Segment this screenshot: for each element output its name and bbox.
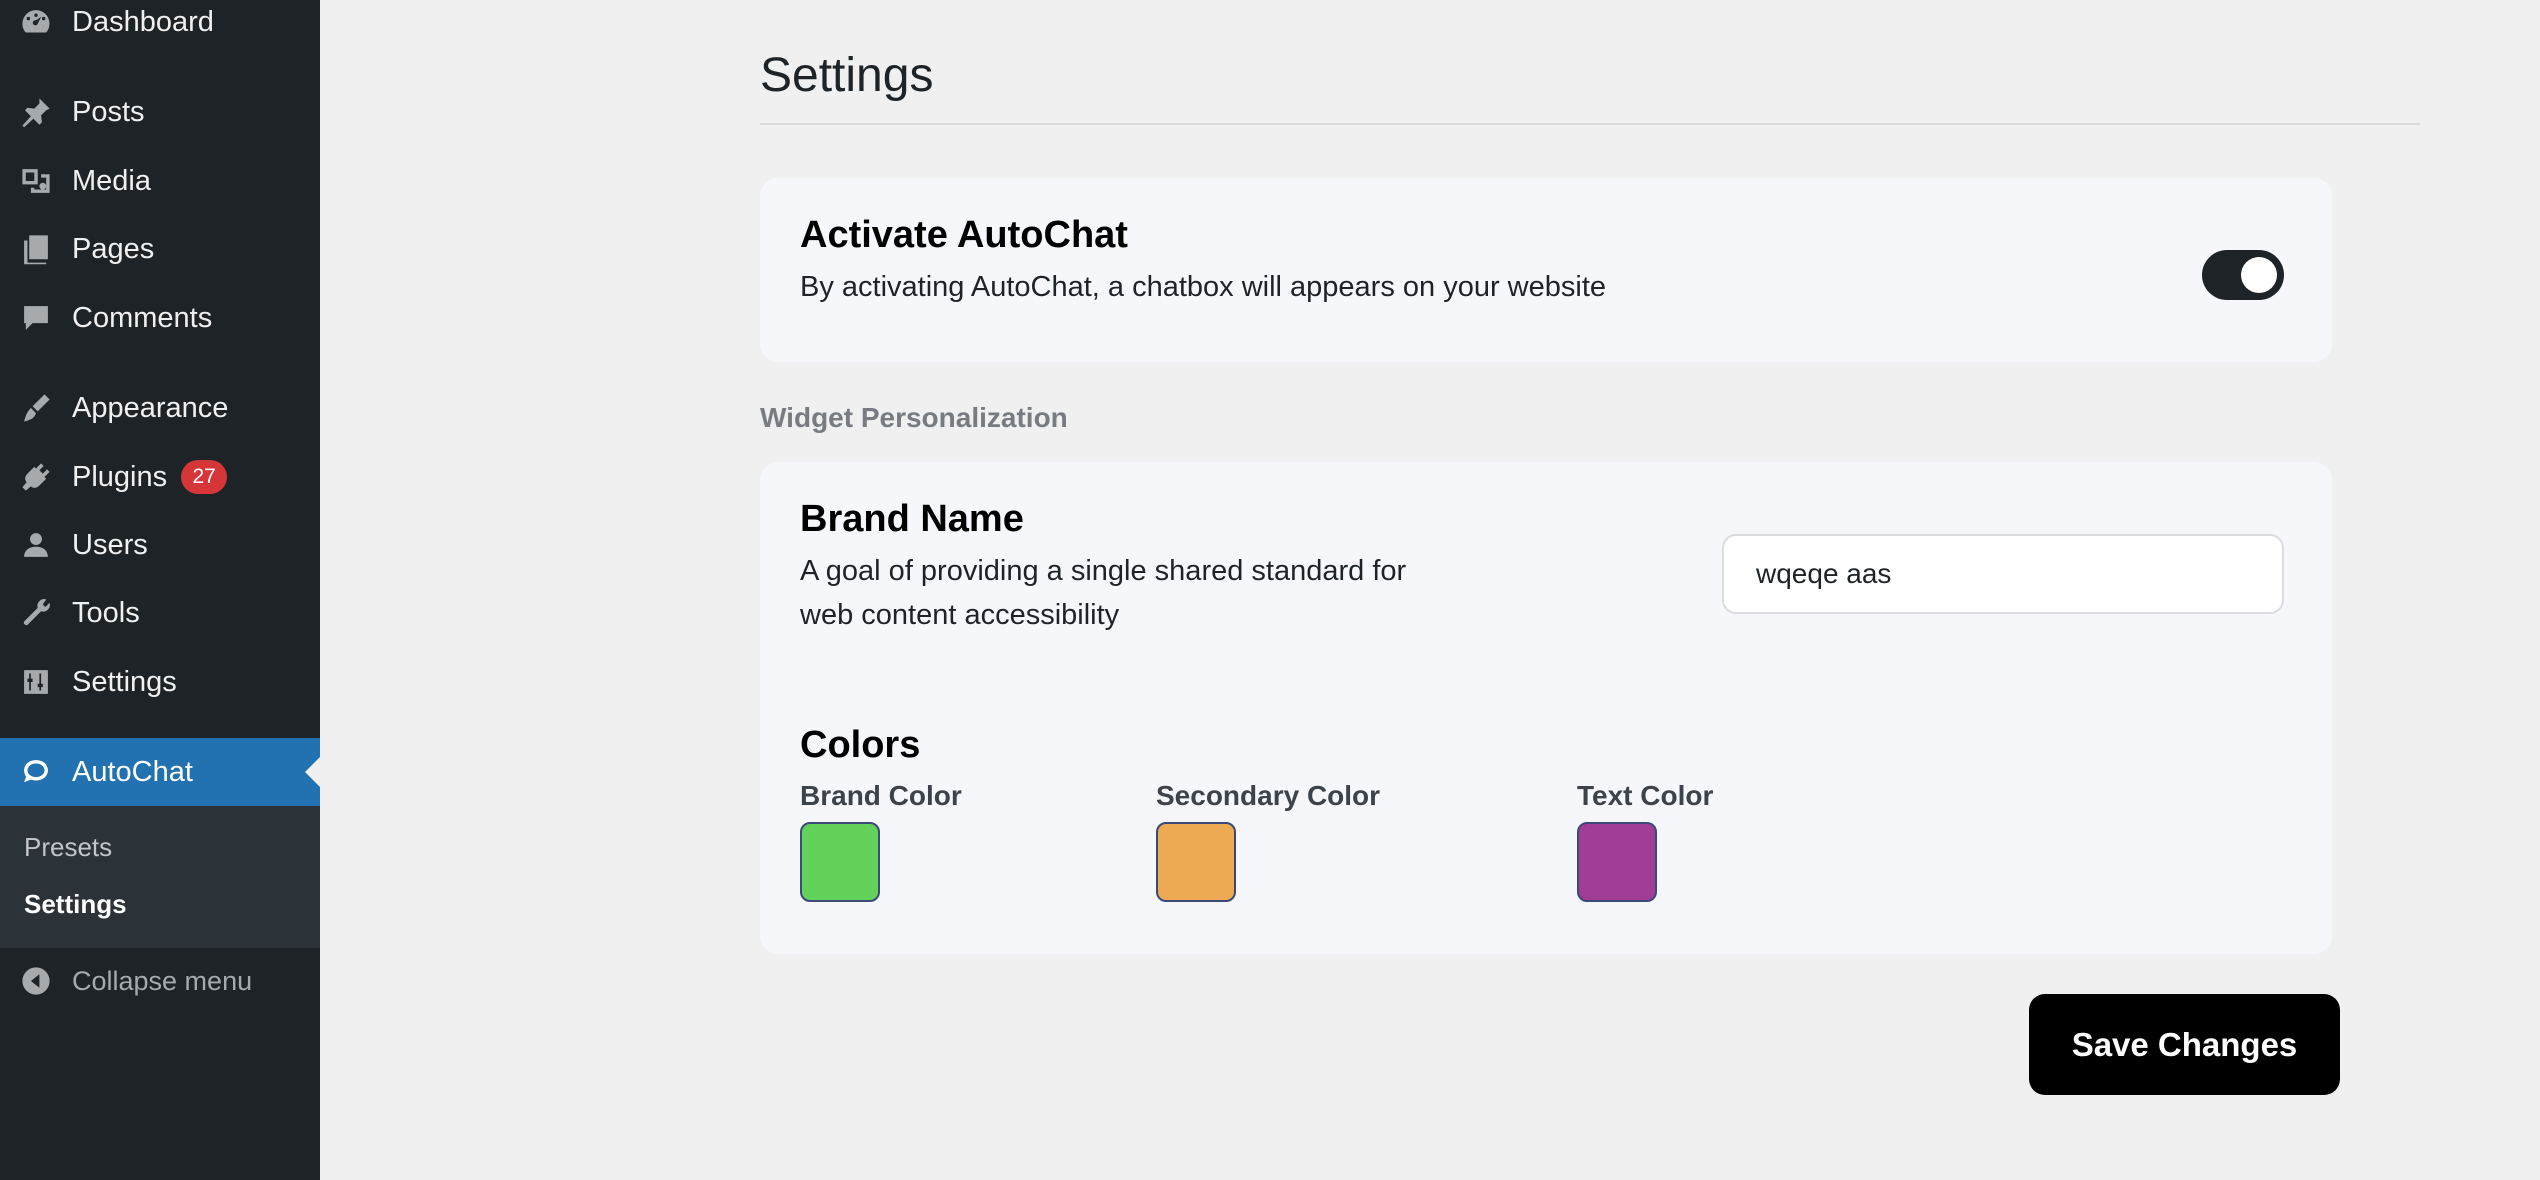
submenu-item-presets[interactable]: Presets	[24, 832, 112, 863]
brand-name-description: A goal of providing a single shared stan…	[800, 555, 1407, 587]
brand-name-description-2: web content accessibility	[800, 599, 1120, 631]
activate-title: Activate AutoChat	[800, 214, 1128, 256]
brand-name-input[interactable]	[1722, 534, 2284, 614]
collapse-arrow-icon	[19, 964, 53, 998]
sidebar-item-label: Plugins	[72, 460, 168, 493]
widget-section-label: Widget Personalization	[760, 402, 1068, 433]
text-color-swatch[interactable]	[1577, 822, 1657, 902]
save-changes-button[interactable]: Save Changes	[2029, 994, 2340, 1095]
activate-toggle[interactable]	[2202, 250, 2284, 300]
sidebar-item-label: Tools	[72, 596, 140, 629]
pages-icon	[17, 230, 55, 268]
colors-title: Colors	[800, 724, 921, 766]
wrench-icon	[17, 594, 55, 632]
sidebar-item-label: AutoChat	[72, 755, 193, 788]
sidebar-item-pages[interactable]: Pages	[0, 215, 320, 283]
autochat-submenu: Presets Settings	[0, 806, 320, 948]
sidebar-item-autochat[interactable]: AutoChat	[0, 738, 320, 806]
admin-sidebar: Dashboard Posts Media Pages Comments App…	[0, 0, 320, 1180]
sidebar-item-label: Users	[72, 528, 148, 561]
sidebar-item-dashboard[interactable]: Dashboard	[0, 0, 320, 56]
sliders-icon	[17, 663, 55, 701]
sidebar-item-posts[interactable]: Posts	[0, 78, 320, 146]
update-count-badge: 27	[181, 460, 228, 494]
user-icon	[17, 526, 55, 564]
pin-icon	[17, 93, 55, 131]
sidebar-item-label: Appearance	[72, 391, 229, 424]
sidebar-item-label: Posts	[72, 95, 145, 128]
secondary-color-label: Secondary Color	[1156, 780, 1381, 811]
sidebar-item-label: Pages	[72, 232, 155, 265]
title-divider	[760, 123, 2420, 125]
sidebar-item-media[interactable]: Media	[0, 147, 320, 215]
brand-name-title: Brand Name	[800, 498, 1024, 540]
media-icon	[17, 162, 55, 200]
page-title: Settings	[760, 49, 934, 102]
collapse-menu-label: Collapse menu	[72, 965, 253, 996]
chat-icon	[17, 753, 55, 791]
comment-icon	[17, 299, 55, 337]
activate-card: Activate AutoChat By activating AutoChat…	[760, 178, 2332, 362]
brush-icon	[17, 389, 55, 427]
sidebar-item-plugins[interactable]: Plugins 27	[0, 443, 320, 511]
activate-description: By activating AutoChat, a chatbox will a…	[800, 271, 1607, 303]
sidebar-item-comments[interactable]: Comments	[0, 284, 320, 352]
sidebar-item-label: Settings	[72, 665, 177, 698]
sidebar-item-users[interactable]: Users	[0, 511, 320, 579]
text-color-label: Text Color	[1577, 780, 1714, 811]
sidebar-item-label: Dashboard	[72, 5, 214, 38]
secondary-color-swatch[interactable]	[1156, 822, 1236, 902]
collapse-menu-button[interactable]: Collapse menu	[0, 955, 320, 1007]
sidebar-item-tools[interactable]: Tools	[0, 579, 320, 647]
toggle-knob	[2241, 257, 2277, 293]
plug-icon	[17, 458, 55, 496]
sidebar-item-label: Media	[72, 164, 151, 197]
sidebar-item-appearance[interactable]: Appearance	[0, 374, 320, 442]
brand-color-swatch[interactable]	[800, 822, 880, 902]
dashboard-icon	[17, 3, 55, 41]
sidebar-item-settings[interactable]: Settings	[0, 648, 320, 716]
widget-personalization-card: Brand Name A goal of providing a single …	[760, 462, 2332, 954]
submenu-item-settings[interactable]: Settings	[24, 889, 127, 920]
sidebar-item-label: Comments	[72, 301, 213, 334]
brand-color-label: Brand Color	[800, 780, 962, 811]
